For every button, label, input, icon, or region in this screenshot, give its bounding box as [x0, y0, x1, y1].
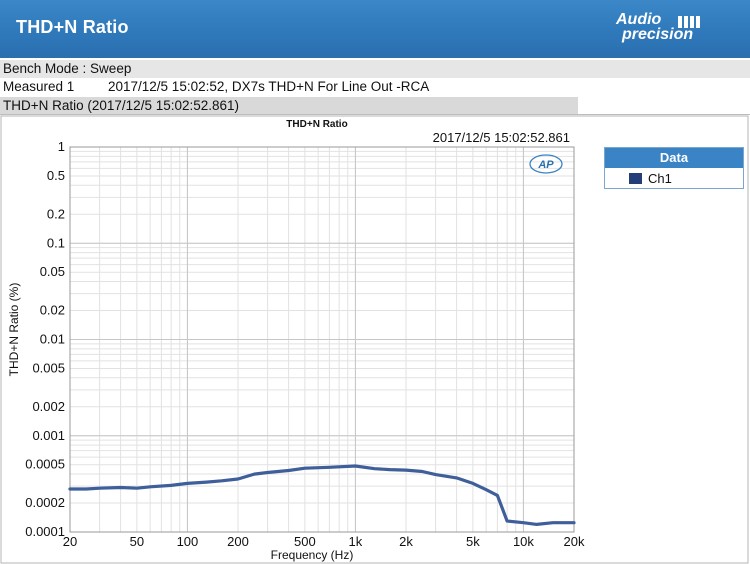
- measured-text: 2017/12/5 15:02:52, DX7s THD+N For Line …: [108, 79, 430, 94]
- ap-badge-text: AP: [537, 159, 554, 171]
- y-tick-label: 0.2: [47, 206, 65, 221]
- x-tick-label: 100: [177, 534, 199, 549]
- y-axis-label: THD+N Ratio (%): [7, 283, 21, 377]
- x-tick-label: 20: [63, 534, 77, 549]
- y-tick-label: 0.0002: [25, 495, 65, 510]
- legend-item[interactable]: Ch1: [605, 168, 743, 188]
- page-title: THD+N Ratio: [16, 17, 129, 37]
- y-tick-label: 0.002: [32, 399, 65, 414]
- x-tick-label: 500: [294, 534, 316, 549]
- app-header: THD+N Ratio Audio precision: [0, 0, 750, 58]
- chart-timestamp: 2017/12/5 15:02:52.861: [433, 130, 570, 145]
- x-axis-label: Frequency (Hz): [271, 548, 354, 562]
- measured-label: Measured 1: [3, 79, 75, 94]
- x-tick-label: 20k: [564, 534, 585, 549]
- x-tick-label: 5k: [466, 534, 480, 549]
- y-tick-label: 0.01: [40, 332, 65, 347]
- legend-header: Data: [605, 148, 743, 168]
- y-tick-label: 0.005: [32, 360, 65, 375]
- legend-swatch: [629, 173, 642, 184]
- y-tick-label: 1: [58, 139, 65, 154]
- graph-subtitle: THD+N Ratio (2017/12/5 15:02:52.861): [0, 97, 578, 115]
- legend-panel: Data Ch1: [604, 147, 744, 189]
- chart-title: THD+N Ratio: [286, 119, 347, 130]
- x-tick-label: 200: [227, 534, 249, 549]
- logo-bars-icon: [678, 15, 702, 33]
- measured-row: Measured 1 2017/12/5 15:02:52, DX7s THD+N…: [0, 78, 429, 96]
- x-tick-label: 1k: [349, 534, 363, 549]
- bench-mode: Bench Mode : Sweep: [0, 60, 750, 78]
- x-tick-label: 10k: [513, 534, 534, 549]
- y-tick-label: 0.5: [47, 168, 65, 183]
- y-tick-label: 0.0005: [25, 457, 65, 472]
- x-tick-label: 50: [130, 534, 144, 549]
- series-line-ch1: [68, 464, 576, 526]
- y-tick-label: 0.1: [47, 235, 65, 250]
- y-tick-label: 0.02: [40, 303, 65, 318]
- y-tick-label: 0.001: [32, 428, 65, 443]
- y-tick-label: 0.05: [40, 264, 65, 279]
- y-tick-label: 0.0001: [25, 524, 65, 539]
- x-tick-label: 2k: [399, 534, 413, 549]
- audio-precision-logo: Audio precision: [608, 11, 728, 47]
- legend-item-label: Ch1: [648, 171, 672, 186]
